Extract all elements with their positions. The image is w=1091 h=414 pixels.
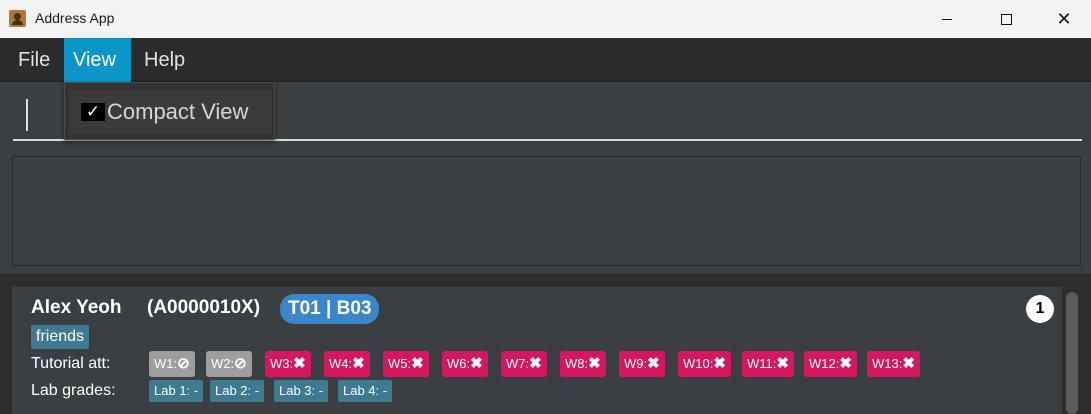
attendance-week-label: W9: [624,356,648,371]
attendance-chip: W2:⊘ [206,351,252,377]
attendance-chip: W11:✖ [742,351,794,377]
person-name: Alex Yeoh [31,297,122,318]
absent-cross-icon: ✖ [902,355,915,372]
minimize-icon [942,18,952,20]
attendance-chip: W3:✖ [265,351,311,377]
not-applicable-icon: ⊘ [234,355,247,372]
person-list[interactable]: Alex Yeoh (A0000010X) T01 | B03 1 friend… [0,274,1091,414]
attendance-week-label: W12: [809,356,840,371]
attendance-chip: W4:✖ [324,351,370,377]
lab-grade-chip: Lab 2: - [210,380,265,402]
person-card[interactable]: Alex Yeoh (A0000010X) T01 | B03 1 friend… [12,287,1062,414]
attendance-chip: W1:⊘ [149,351,195,377]
close-icon: ✕ [1056,8,1072,30]
result-display [12,156,1081,266]
address-book-icon [9,10,26,27]
attendance-week-label: W1: [154,356,178,371]
attendance-week-label: W8: [565,356,589,371]
attendance-chip: W9:✖ [619,351,665,377]
menu-file[interactable]: File [9,38,59,82]
absent-cross-icon: ✖ [352,355,365,372]
absent-cross-icon: ✖ [529,355,542,372]
absent-cross-icon: ✖ [293,355,306,372]
attendance-week-label: W7: [506,356,530,371]
window-title: Address App [35,10,115,26]
menu-view[interactable]: View [64,38,131,82]
lab-grade-chip: Lab 4: - [338,380,393,402]
compact-view-label: Compact View [107,99,249,124]
absent-cross-icon: ✖ [647,355,660,372]
attendance-week-label: W10: [683,356,714,371]
title-bar: Address App ✕ [0,0,1091,38]
absent-cross-icon: ✖ [411,355,424,372]
attendance-week-label: W11: [747,356,777,371]
attendance-chip: W6:✖ [442,351,488,377]
index-badge: 1 [1026,295,1054,323]
menu-help[interactable]: Help [135,38,194,82]
lab-grades-label: Lab grades: [31,382,116,399]
absent-cross-icon: ✖ [470,355,483,372]
not-applicable-icon: ⊘ [177,355,190,372]
text-caret [26,99,28,131]
minimize-button[interactable] [924,0,970,38]
attendance-chip: W13:✖ [867,351,920,377]
maximize-button[interactable] [983,0,1029,38]
absent-cross-icon: ✖ [776,355,789,372]
attendance-chip: W5:✖ [383,351,429,377]
absent-cross-icon: ✖ [588,355,601,372]
attendance-week-label: W13: [872,356,903,371]
attendance-week-label: W4: [329,356,353,371]
close-button[interactable]: ✕ [1041,0,1087,38]
attendance-week-label: W6: [447,356,471,371]
attendance-week-label: W5: [388,356,412,371]
vertical-scrollbar[interactable] [1066,292,1078,414]
absent-cross-icon: ✖ [713,355,726,372]
person-matric-number: (A0000010X) [147,297,261,318]
view-dropdown-menu: ✓ Compact View [64,82,275,140]
lab-grade-chip: Lab 1: - [149,380,204,402]
attendance-week-label: W3: [270,356,294,371]
tag-friends: friends [31,325,90,349]
attendance-chip: W7:✖ [501,351,547,377]
attendance-chip: W10:✖ [678,351,731,377]
menu-item-compact-view[interactable]: ✓ Compact View [69,90,272,134]
absent-cross-icon: ✖ [839,355,852,372]
maximize-icon [1000,13,1012,25]
attendance-chip: W8:✖ [560,351,606,377]
attendance-chip: W12:✖ [804,351,857,377]
tutorial-attendance-label: Tutorial att: [31,355,111,372]
attendance-week-label: W2: [211,356,235,371]
check-icon: ✓ [81,103,105,121]
lab-grade-chip: Lab 3: - [274,380,329,402]
menu-bar: File View Help [0,38,1091,82]
group-badge: T01 | B03 [280,294,380,324]
